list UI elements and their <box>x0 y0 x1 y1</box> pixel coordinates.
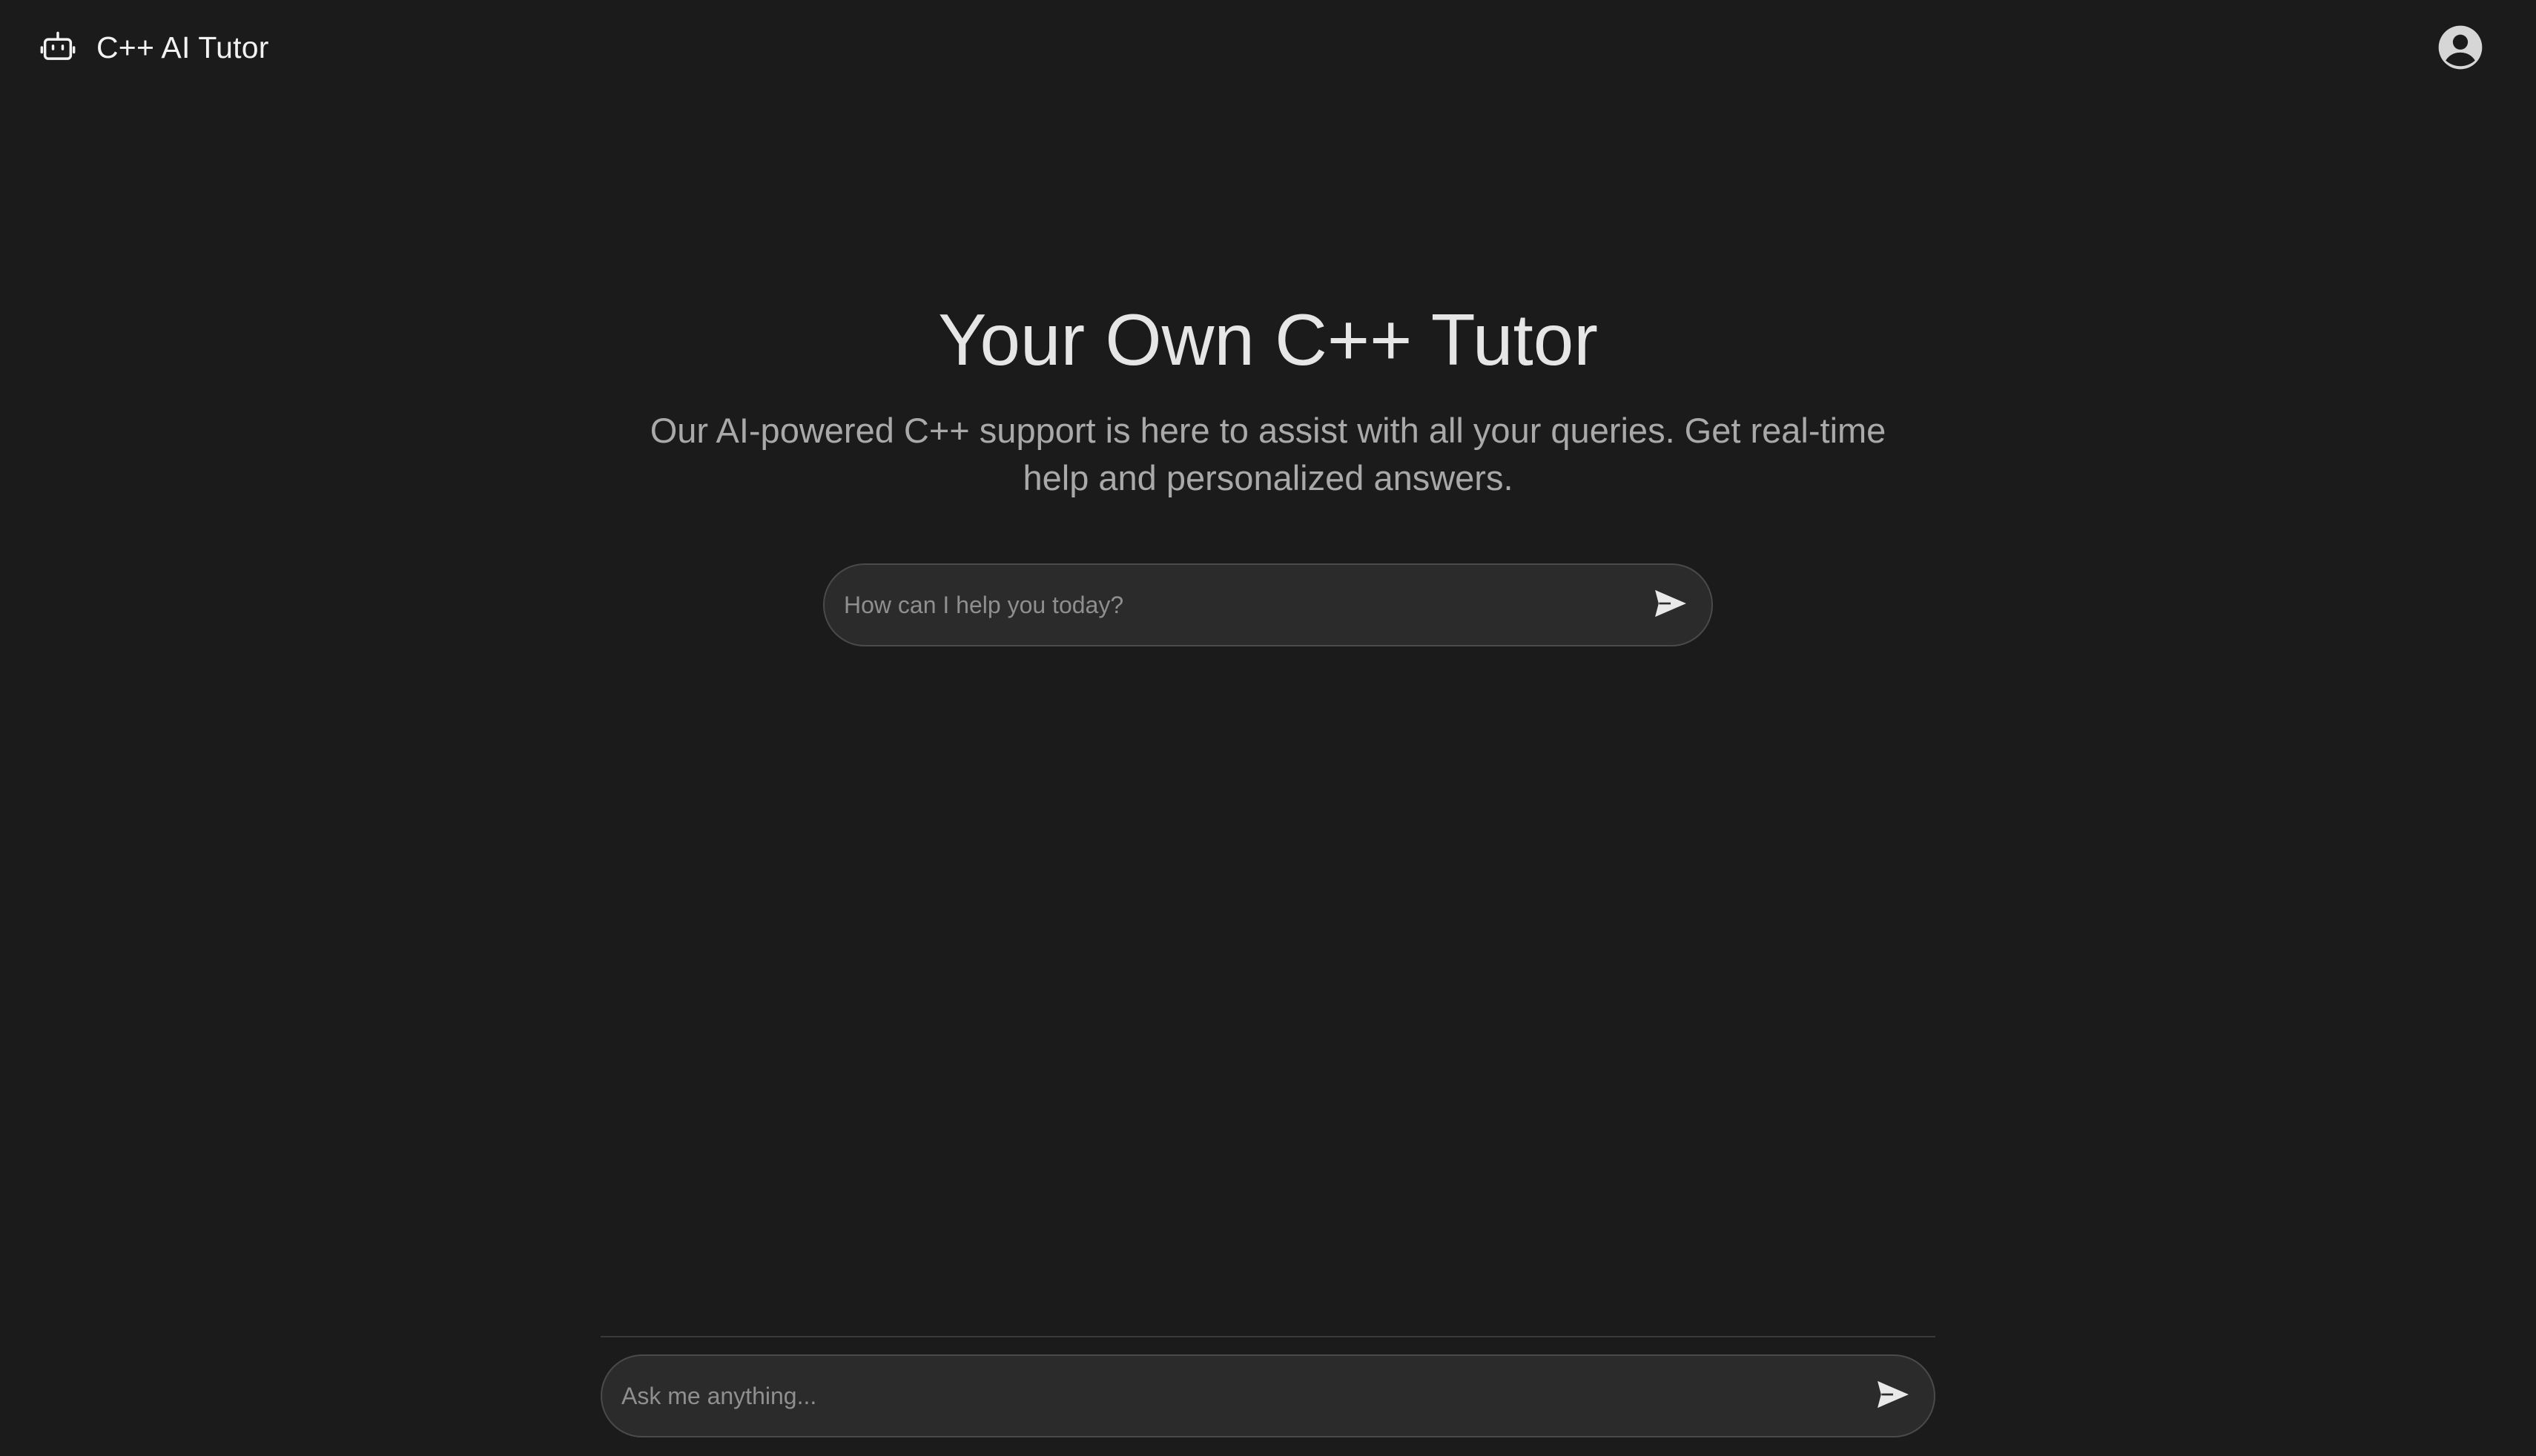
send-icon <box>1876 1380 1910 1413</box>
brand-link[interactable]: C++ AI Tutor <box>37 27 269 68</box>
app-title: C++ AI Tutor <box>96 30 269 64</box>
hero-subtitle: Our AI-powered C++ support is here to as… <box>650 410 1886 497</box>
hero-search-bar <box>823 563 1713 646</box>
hero-send-button[interactable] <box>1630 565 1711 645</box>
top-bar: C++ AI Tutor <box>0 0 2536 96</box>
chat-message-input[interactable] <box>602 1356 1852 1436</box>
account-button[interactable] <box>2437 24 2484 71</box>
hero-section: Your Own C++ Tutor Our AI-powered C++ su… <box>0 300 2536 502</box>
user-circle-icon <box>2437 25 2484 74</box>
hero-question-input[interactable] <box>825 565 1630 645</box>
send-icon <box>1654 589 1688 622</box>
composer-divider <box>601 1336 1935 1337</box>
robot-icon <box>37 27 79 68</box>
chat-composer <box>601 1354 1935 1437</box>
chat-send-button[interactable] <box>1852 1356 1934 1436</box>
page-title: Your Own C++ Tutor <box>938 299 1598 380</box>
